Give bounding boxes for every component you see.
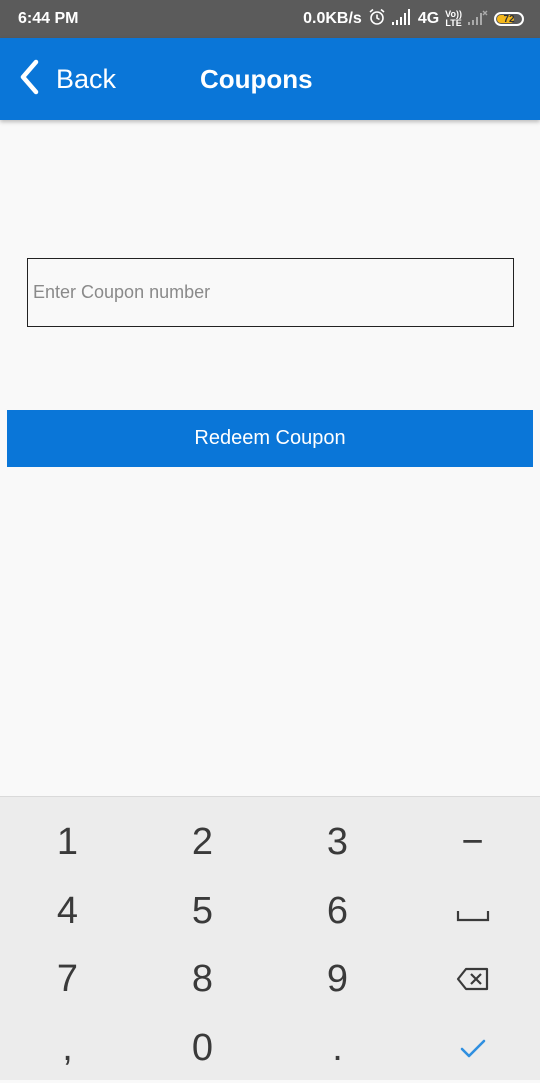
backspace-icon bbox=[456, 958, 490, 1001]
coupon-number-input[interactable] bbox=[27, 258, 514, 327]
key-label: 8 bbox=[191, 957, 214, 1000]
key-label: 2 bbox=[191, 820, 214, 863]
key-label: − bbox=[461, 820, 484, 863]
key-space[interactable] bbox=[405, 877, 540, 945]
key-0[interactable]: 0 bbox=[135, 1013, 270, 1083]
key-9[interactable]: 9 bbox=[270, 945, 405, 1013]
volte-line2: LTE bbox=[445, 18, 462, 28]
key-label: 0 bbox=[191, 1026, 214, 1069]
key-label: . bbox=[332, 1026, 343, 1069]
page-title: Coupons bbox=[200, 64, 313, 94]
redeem-coupon-label: Redeem Coupon bbox=[194, 427, 346, 449]
key-label: , bbox=[62, 1026, 73, 1069]
key-period[interactable]: . bbox=[270, 1013, 405, 1083]
key-2[interactable]: 2 bbox=[135, 807, 270, 877]
signal-icon bbox=[391, 8, 412, 30]
key-comma[interactable]: , bbox=[0, 1013, 135, 1083]
key-label: 7 bbox=[56, 957, 79, 1000]
numeric-keyboard: 1 2 3 − 4 5 6 7 8 9 , 0 . bbox=[0, 796, 540, 1080]
key-label: 4 bbox=[56, 889, 79, 932]
status-time: 6:44 PM bbox=[18, 10, 79, 27]
space-icon bbox=[456, 890, 490, 933]
key-label: 5 bbox=[191, 889, 214, 932]
key-5[interactable]: 5 bbox=[135, 877, 270, 945]
status-bar: 6:44 PM 0.0KB/s 4G Vo)) LTE 72 bbox=[0, 0, 540, 38]
checkmark-icon bbox=[459, 1027, 487, 1070]
redeem-coupon-button[interactable]: Redeem Coupon bbox=[7, 410, 533, 467]
alarm-icon bbox=[368, 8, 386, 31]
key-done[interactable] bbox=[405, 1013, 540, 1083]
network-speed: 0.0KB/s bbox=[303, 10, 362, 27]
battery-level: 72 bbox=[503, 13, 515, 25]
signal-secondary-icon bbox=[468, 9, 488, 30]
key-3[interactable]: 3 bbox=[270, 807, 405, 877]
key-4[interactable]: 4 bbox=[0, 877, 135, 945]
key-1[interactable]: 1 bbox=[0, 807, 135, 877]
battery-icon: 72 bbox=[494, 12, 524, 26]
back-label: Back bbox=[56, 63, 117, 94]
network-type: 4G bbox=[417, 10, 440, 27]
chevron-left-icon bbox=[18, 59, 40, 100]
back-button[interactable]: Back bbox=[18, 58, 116, 100]
app-bar: Back Coupons bbox=[0, 38, 540, 120]
volte-indicator: Vo)) LTE bbox=[445, 10, 462, 28]
status-icons: 0.0KB/s 4G Vo)) LTE 72 bbox=[303, 8, 524, 31]
key-6[interactable]: 6 bbox=[270, 877, 405, 945]
key-8[interactable]: 8 bbox=[135, 945, 270, 1013]
key-minus[interactable]: − bbox=[405, 807, 540, 877]
key-label: 9 bbox=[326, 957, 349, 1000]
key-label: 6 bbox=[326, 889, 349, 932]
key-label: 3 bbox=[326, 820, 349, 863]
key-7[interactable]: 7 bbox=[0, 945, 135, 1013]
key-label: 1 bbox=[56, 820, 79, 863]
key-backspace[interactable] bbox=[405, 945, 540, 1013]
